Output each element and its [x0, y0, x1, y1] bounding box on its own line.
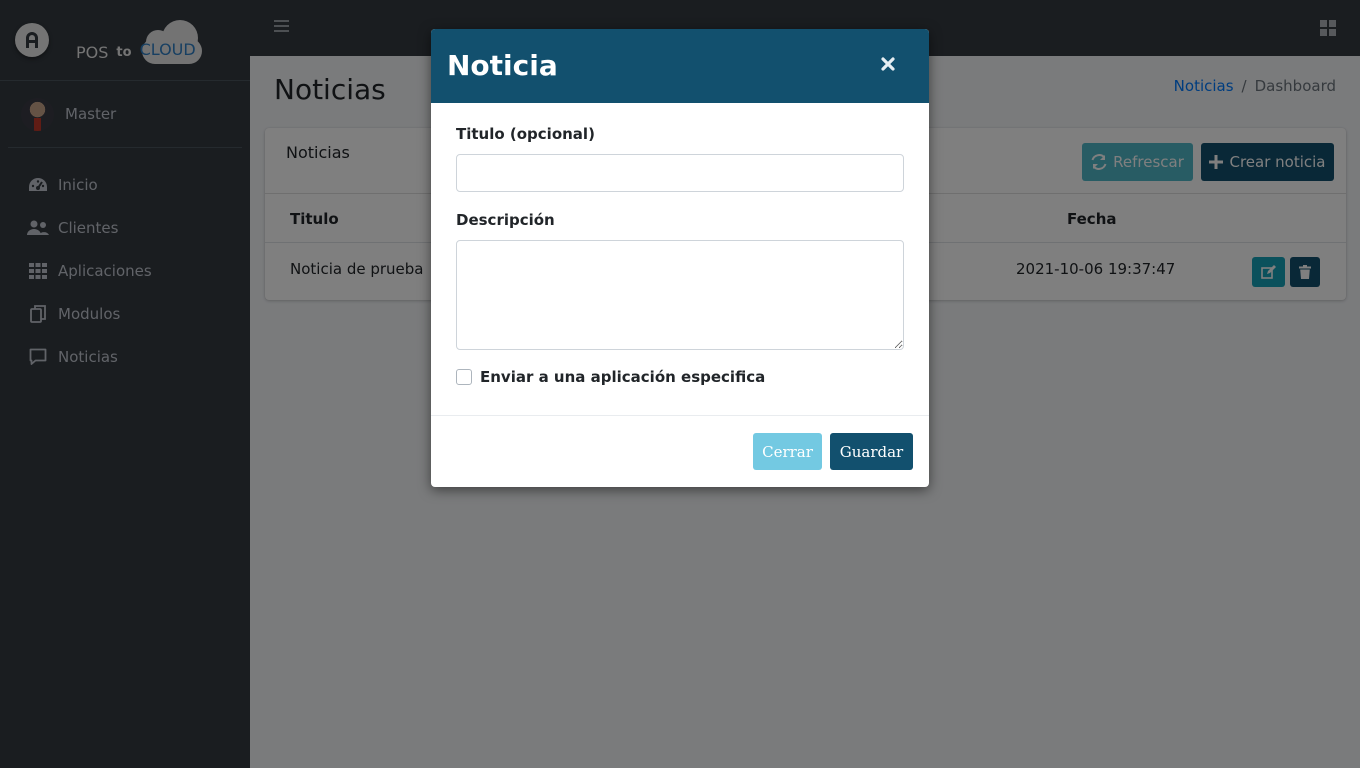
specific-app-checkbox-label[interactable]: Enviar a una aplicación especifica [480, 368, 765, 386]
modal-header: Noticia [431, 29, 929, 103]
description-field[interactable] [456, 240, 904, 350]
modal-title: Noticia [447, 49, 558, 82]
close-icon[interactable] [877, 53, 899, 75]
specific-app-option[interactable]: Enviar a una aplicación especifica [456, 368, 765, 386]
close-button[interactable]: Cerrar [753, 433, 822, 470]
modal-body: Titulo (opcional) Descripción Enviar a u… [431, 103, 929, 416]
title-field-label: Titulo (opcional) [456, 125, 595, 143]
save-button[interactable]: Guardar [830, 433, 913, 470]
specific-app-checkbox[interactable] [456, 369, 472, 385]
title-field[interactable] [456, 154, 904, 192]
modal-footer: Cerrar Guardar [431, 416, 929, 487]
description-field-label: Descripción [456, 211, 555, 229]
news-modal: Noticia Titulo (opcional) Descripción En… [431, 29, 929, 487]
